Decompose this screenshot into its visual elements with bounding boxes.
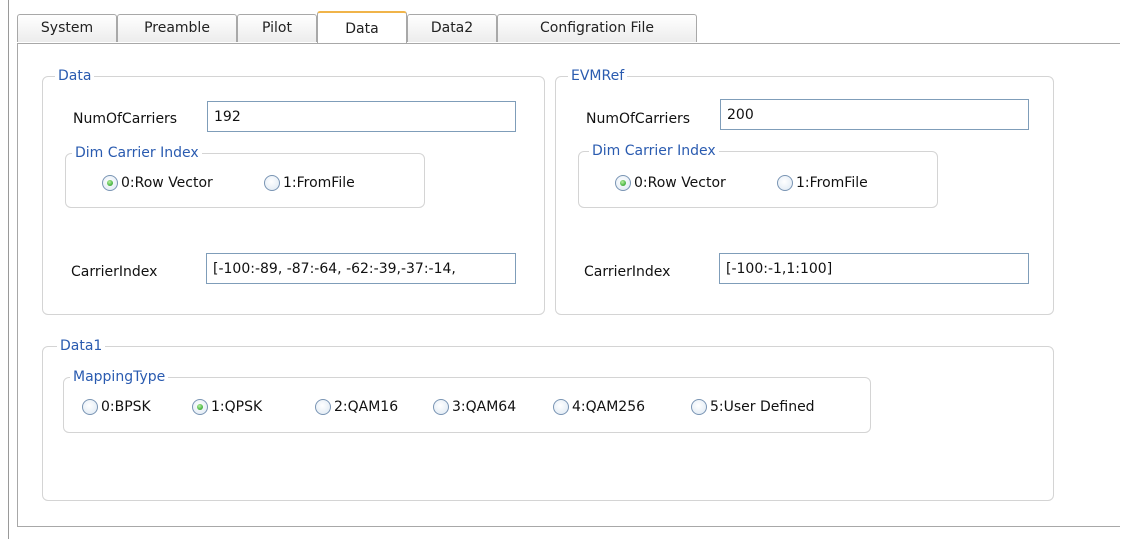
mapping-type-title: MappingType (70, 368, 169, 386)
tab-system[interactable]: System (17, 14, 117, 42)
evmref-dim-carrier-index-group: Dim Carrier Index 0:Row Vector 1:FromFil… (578, 142, 938, 208)
tab-data[interactable]: Data (317, 11, 407, 43)
radio-qam64-label: 3:QAM64 (452, 399, 517, 415)
radio-qam64[interactable]: 3:QAM64 (433, 398, 516, 416)
evmref-group: EVMRef NumOfCarriers Dim Carrier Index 0… (555, 67, 1054, 315)
radio-row-vector-label: 0:Row Vector (121, 175, 213, 191)
num-carriers-label: NumOfCarriers (73, 111, 178, 127)
tab-data2[interactable]: Data2 (407, 14, 497, 42)
radio-bpsk-label: 0:BPSK (101, 399, 151, 415)
evmref-radio-from-file[interactable]: 1:FromFile (777, 174, 868, 192)
evmref-radio-row-vector-label: 0:Row Vector (634, 175, 726, 191)
carrier-index-input[interactable] (206, 253, 516, 284)
radio-user-defined-label: 5:User Defined (710, 399, 815, 415)
data-group: Data NumOfCarriers Dim Carrier Index 0:R… (42, 67, 545, 315)
radio-from-file[interactable]: 1:FromFile (264, 174, 355, 192)
radio-from-file-label: 1:FromFile (283, 175, 355, 191)
radio-qpsk[interactable]: 1:QPSK (192, 398, 262, 416)
evmref-group-title: EVMRef (568, 67, 628, 85)
radio-dot-icon (315, 399, 331, 415)
dim-carrier-index-group: Dim Carrier Index 0:Row Vector 1:FromFil… (65, 144, 425, 208)
evmref-radio-row-vector[interactable]: 0:Row Vector (615, 174, 726, 192)
tab-panel-data: Data NumOfCarriers Dim Carrier Index 0:R… (17, 43, 1120, 527)
tab-pilot[interactable]: Pilot (237, 14, 317, 42)
radio-user-defined[interactable]: 5:User Defined (691, 398, 815, 416)
num-carriers-input[interactable] (207, 101, 516, 132)
radio-dot-icon (691, 399, 707, 415)
radio-qam256[interactable]: 4:QAM256 (553, 398, 645, 416)
evmref-carrier-index-input[interactable] (719, 253, 1029, 284)
evmref-carrier-index-label: CarrierIndex (584, 264, 671, 280)
radio-bpsk[interactable]: 0:BPSK (82, 398, 151, 416)
radio-dot-icon (82, 399, 98, 415)
evmref-radio-from-file-label: 1:FromFile (796, 175, 868, 191)
radio-qam256-label: 4:QAM256 (572, 399, 646, 415)
data-group-title: Data (55, 67, 95, 85)
evmref-dim-carrier-index-title: Dim Carrier Index (589, 142, 719, 160)
carrier-index-label: CarrierIndex (71, 264, 158, 280)
evmref-num-carriers-label: NumOfCarriers (586, 111, 691, 127)
mapping-type-group: MappingType 0:BPSK 1:QPSK 2:QAM16 3:QAM6… (63, 368, 871, 433)
tab-preamble[interactable]: Preamble (117, 14, 237, 42)
radio-dot-icon (777, 175, 793, 191)
data1-group-title: Data1 (57, 337, 106, 355)
radio-dot-icon (433, 399, 449, 415)
tab-configration-file[interactable]: Configration File (497, 14, 697, 42)
radio-dot-icon (102, 175, 118, 191)
radio-dot-icon (264, 175, 280, 191)
radio-dot-icon (553, 399, 569, 415)
radio-qam16[interactable]: 2:QAM16 (315, 398, 398, 416)
dim-carrier-index-title: Dim Carrier Index (72, 144, 202, 162)
radio-row-vector[interactable]: 0:Row Vector (102, 174, 213, 192)
evmref-num-carriers-input[interactable] (720, 99, 1029, 130)
data1-group: Data1 MappingType 0:BPSK 1:QPSK 2:QAM16 … (42, 337, 1054, 501)
radio-dot-icon (615, 175, 631, 191)
radio-dot-icon (192, 399, 208, 415)
radio-qam16-label: 2:QAM16 (334, 399, 399, 415)
radio-qpsk-label: 1:QPSK (211, 399, 263, 415)
